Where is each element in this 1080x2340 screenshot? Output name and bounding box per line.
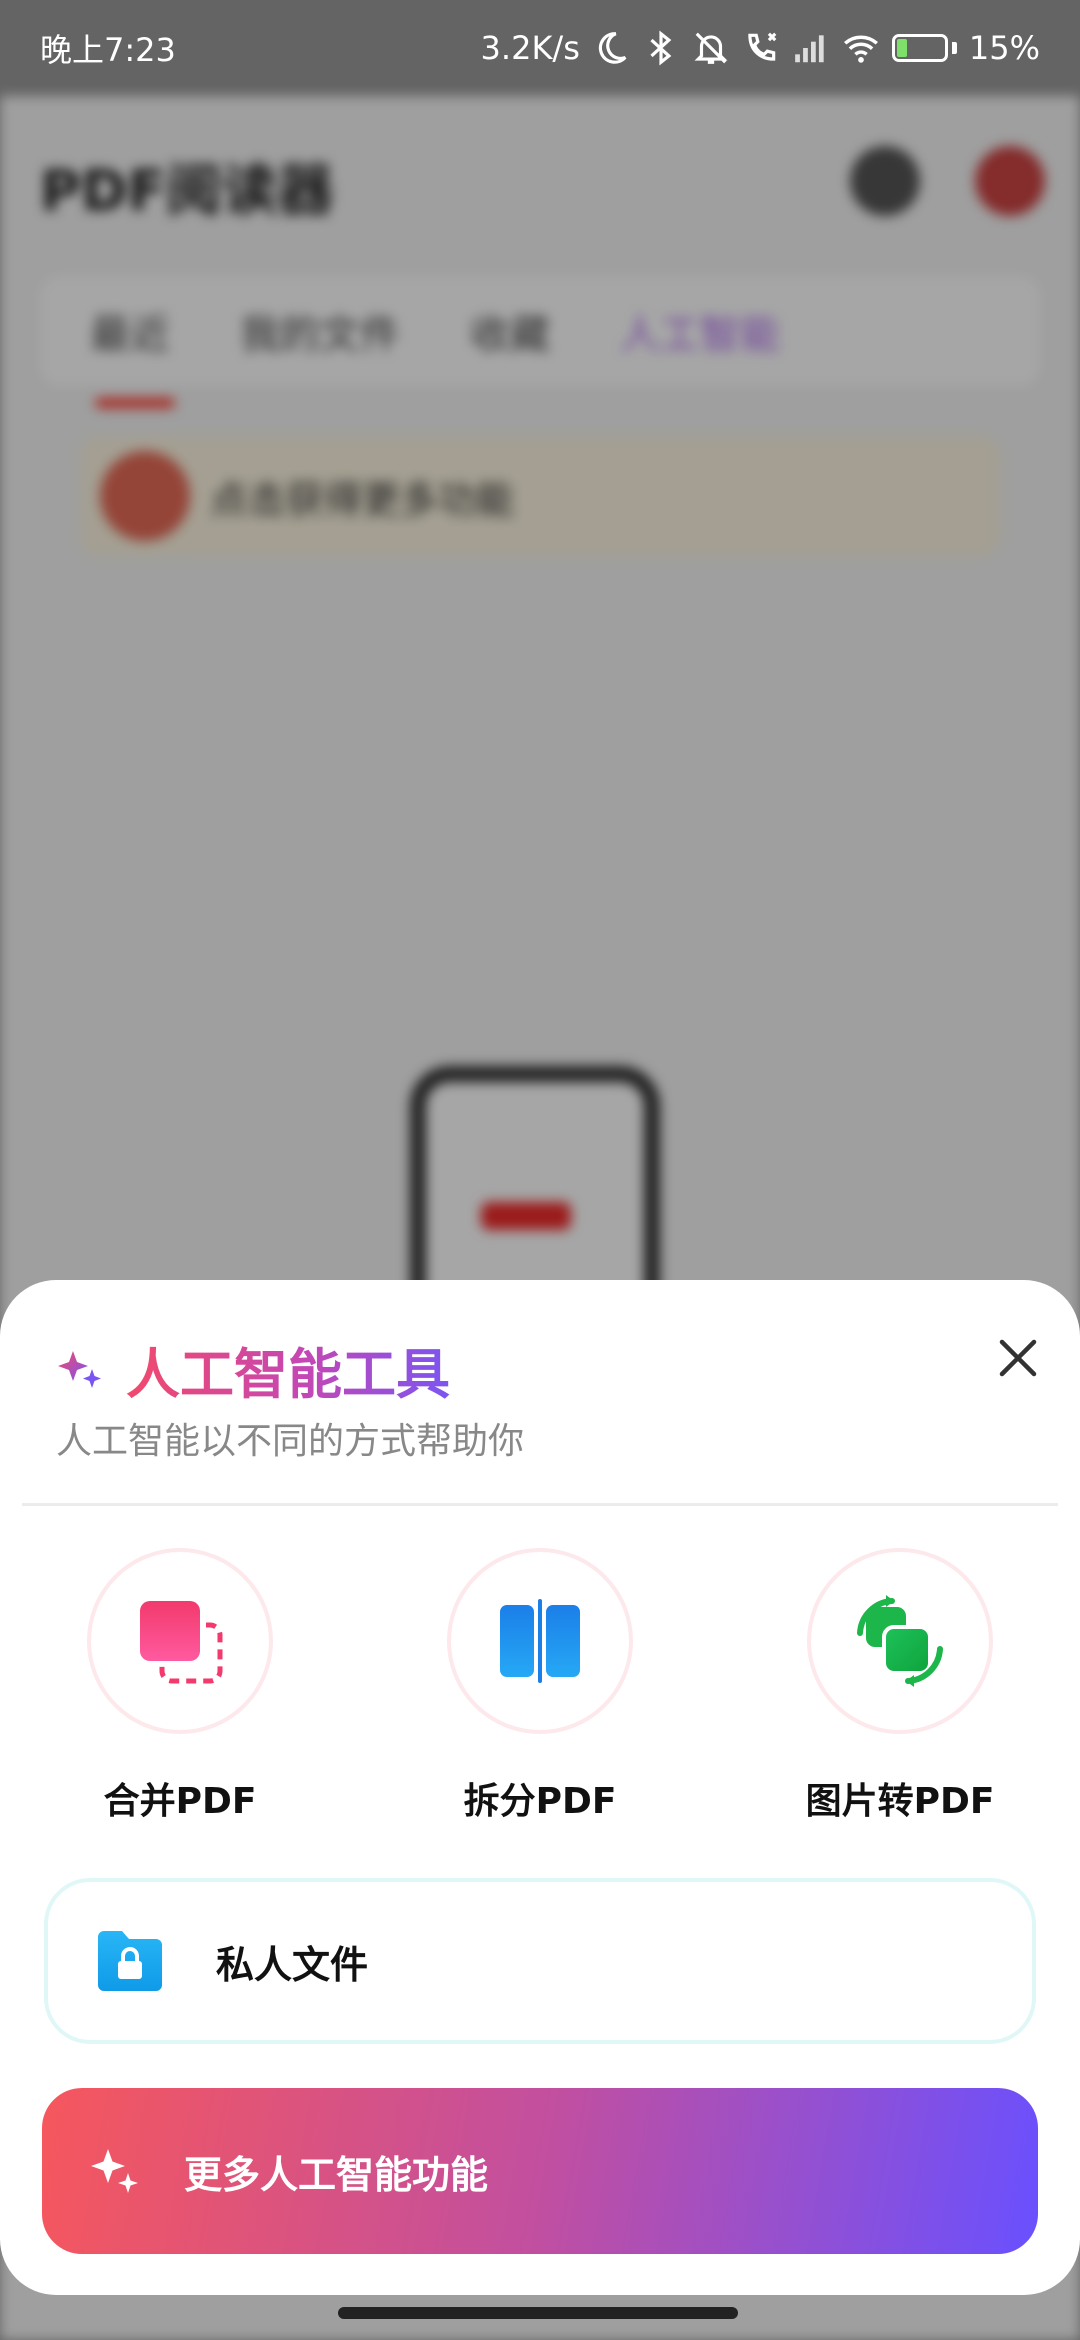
close-button[interactable] [986,1326,1050,1390]
image-to-pdf-label: 图片转PDF [805,1781,995,1822]
status-time: 晚上7:23 [40,31,176,69]
split-pdf-icon-circle [447,1548,633,1734]
divider [22,1503,1058,1506]
private-files-button[interactable]: 私人文件 [44,1878,1036,2044]
bluetooth-icon [650,30,672,66]
merge-pdf-label: 合并PDF [103,1781,257,1822]
sparkle-icon [58,1350,101,1388]
more-ai-features-label: 更多人工智能功能 [184,2152,489,2197]
mute-bell-icon [694,32,728,64]
battery-percent: 15% [968,29,1040,67]
status-icons: 3.2K/s 15% [481,29,1040,67]
image-to-pdf-icon-circle [807,1548,993,1734]
image-to-pdf-button[interactable]: 图片转PDF [760,1548,1040,1824]
ai-tools-sheet: 人工智能工具 人工智能以不同的方式帮助你 合并PDF 拆分PDF 图片转PDF … [0,1280,1080,2295]
image-to-pdf-icon [857,1595,943,1687]
sheet-header: 人工智能工具 [56,1330,450,1409]
private-files-label: 私人文件 [216,1942,369,1987]
split-pdf-label: 拆分PDF [463,1781,617,1822]
close-icon [999,1339,1037,1377]
signal-icon [795,35,824,63]
sparkle-icon [91,2149,138,2193]
network-speed: 3.2K/s [480,29,580,67]
locked-folder-icon [98,1931,162,1991]
moon-icon [598,32,627,64]
tools-grid: 合并PDF 拆分PDF 图片转PDF [0,1548,1080,1824]
call-icon [748,32,777,61]
more-ai-features-button[interactable]: 更多人工智能功能 [42,2088,1038,2254]
home-indicator[interactable] [338,2307,738,2319]
battery-icon [891,34,957,62]
merge-pdf-icon-circle [87,1548,273,1734]
wifi-icon [843,35,878,63]
merge-pdf-button[interactable]: 合并PDF [40,1548,320,1824]
sheet-title: 人工智能工具 [126,1330,450,1409]
sheet-subtitle: 人工智能以不同的方式帮助你 [56,1421,525,1462]
status-bar: 晚上7:23 3.2K/s 15% [0,0,1080,96]
split-pdf-button[interactable]: 拆分PDF [400,1548,680,1824]
split-pdf-icon [500,1599,580,1683]
merge-pdf-icon [140,1601,223,1684]
